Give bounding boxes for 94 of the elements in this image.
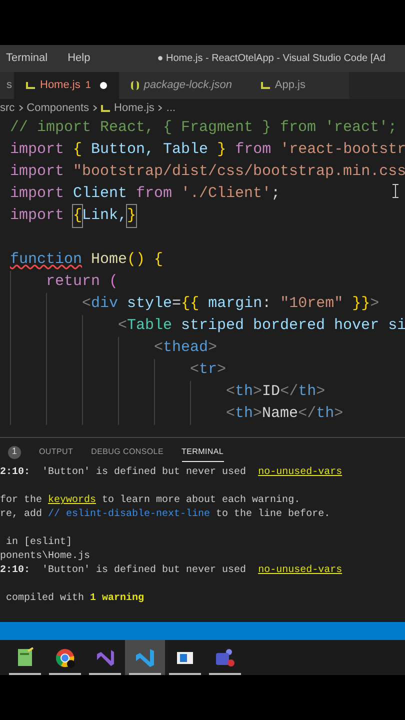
code-token: <: [154, 338, 164, 358]
terminal-text: ponents\Home.js: [0, 550, 90, 564]
code-token: th: [316, 404, 334, 424]
editor-tab[interactable]: package-lock.json: [118, 72, 249, 99]
code-token: {: [73, 205, 82, 227]
code-token: style: [126, 294, 172, 314]
breadcrumb-item[interactable]: Components: [26, 100, 90, 116]
code-token: th: [235, 404, 254, 424]
terminal-text: no-unused-vars: [258, 564, 342, 578]
code-token: import: [10, 184, 64, 204]
terminal-text: 2:10:: [0, 466, 30, 480]
code-token: './Client': [180, 184, 272, 204]
terminal-text: for the: [0, 494, 44, 508]
code-token: Table: [127, 316, 172, 336]
code-token: {{: [181, 294, 200, 314]
code-token: import: [10, 162, 64, 182]
terminal-text: 1 warning: [90, 592, 144, 606]
menu-item[interactable]: Help: [64, 50, 94, 67]
code-token: margin: [207, 294, 262, 314]
window-title: ● Home.js - ReactOtelApp - Visual Studio Code [Ad: [157, 52, 386, 66]
panel-tab[interactable]: OUTPUT: [39, 442, 74, 462]
terminal-text: // eslint-disable-next-line: [48, 508, 210, 522]
terminal-text: 2:10:: [0, 564, 30, 578]
panel-tab[interactable]: DEBUG CONSOLE: [91, 442, 164, 462]
panel-tab[interactable]: TERMINAL: [182, 442, 224, 462]
text-cursor-icon: [392, 184, 399, 198]
code-token: >: [208, 338, 218, 358]
editor-tab[interactable]: App.js: [248, 72, 349, 99]
terminal-text: to learn more about each warning.: [101, 494, 300, 508]
code-token: <: [190, 360, 200, 380]
problem-count: 1: [85, 79, 91, 93]
code-token: Home: [90, 250, 128, 270]
code-token: // import React, { Fragment } from 'react';: [10, 118, 398, 138]
breadcrumb-item[interactable]: src: [0, 100, 15, 116]
code-token: }: [217, 140, 226, 160]
menu-item[interactable]: Terminal: [3, 50, 51, 67]
code-token: from: [234, 140, 272, 160]
code-token: () {: [127, 250, 164, 270]
terminal-text: 'Button' is defined but never used: [41, 564, 248, 578]
code-token: >: [253, 404, 262, 424]
code-token: from: [135, 184, 172, 204]
code-token: Name: [262, 404, 298, 424]
code-token: <: [82, 294, 92, 314]
breadcrumb-item[interactable]: ...: [166, 100, 176, 116]
code-token: Link,: [82, 206, 128, 226]
code-token: Button, Table: [90, 140, 210, 160]
code-token: =: [172, 294, 182, 314]
tab-label: package-lock.json: [144, 78, 232, 94]
code-token: Client: [72, 184, 128, 204]
terminal-text: keywords: [48, 494, 96, 508]
code-token: function: [10, 250, 82, 270]
terminal-text: to the line before.: [215, 508, 330, 522]
code-token: striped bordered hover si: [180, 316, 405, 336]
terminal-text: no-unused-vars: [258, 466, 342, 480]
code-token: th: [298, 382, 316, 402]
code-token: }: [127, 205, 136, 227]
editor-tab[interactable]: s: [0, 72, 14, 99]
terminal-text: compiled with: [5, 592, 86, 606]
terminal-text: in [eslint]: [5, 536, 72, 550]
code-token: import: [10, 206, 66, 226]
code-token: }}: [351, 294, 370, 314]
braces-icon: [130, 81, 139, 90]
code-token: ID: [262, 382, 280, 402]
code-token: >: [316, 382, 326, 402]
terminal-text: re, add: [0, 508, 44, 522]
code-token: :: [262, 294, 272, 314]
code-token: >: [334, 404, 344, 424]
terminal-text: 'Button' is defined but never used: [41, 466, 248, 480]
code-token: 'react-bootstr: [279, 140, 405, 160]
code-token: tr: [199, 360, 218, 380]
code-token: >: [253, 382, 262, 402]
code-token: "10rem": [280, 294, 344, 314]
editor-tab[interactable]: Home.js 1: [14, 72, 119, 99]
code-token: ;: [271, 184, 280, 204]
code-token: </: [298, 404, 316, 424]
code-token: return: [46, 272, 100, 292]
code-token: </: [280, 382, 298, 402]
code-token: import: [10, 140, 64, 160]
code-token: <: [226, 382, 236, 402]
chevron-icon: [18, 105, 23, 111]
code-token: >: [217, 360, 226, 380]
code-token: thead: [163, 338, 208, 358]
code-token: (: [108, 272, 118, 292]
code-token: "bootstrap/dist/css/bootstrap.min.css: [72, 162, 405, 182]
breadcrumb-item[interactable]: Home.js: [114, 100, 154, 116]
code-token: th: [235, 382, 254, 402]
code-token: >: [370, 294, 380, 314]
problem-count-badge: 1: [8, 446, 21, 458]
code-token: div: [91, 294, 118, 314]
code-token: <: [226, 404, 236, 424]
chevron-icon: [158, 105, 162, 111]
code-token: {: [72, 140, 82, 160]
chevron-icon: [93, 105, 98, 111]
code-token: <: [118, 316, 128, 336]
